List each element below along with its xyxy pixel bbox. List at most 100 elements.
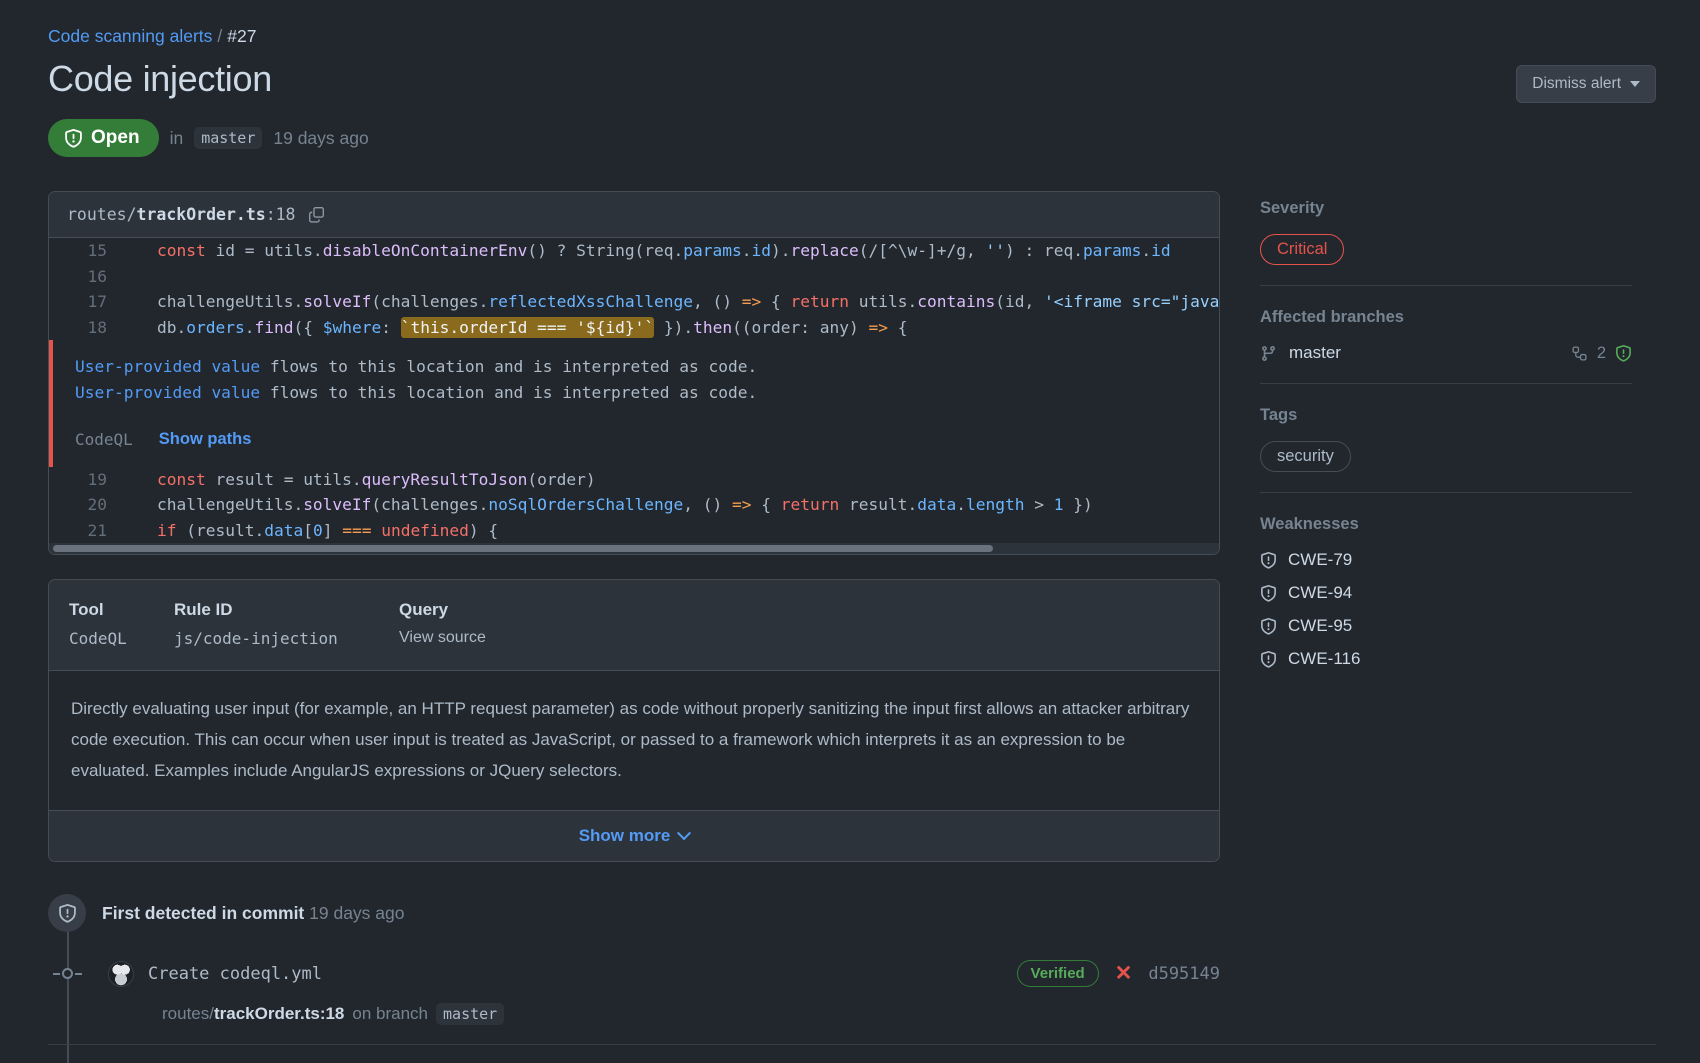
alert-details-header: Tool CodeQL Rule ID js/code-injection Qu… [49, 580, 1219, 671]
weakness-row[interactable]: CWE-94 [1260, 583, 1632, 603]
shield-alert-icon [1615, 345, 1632, 362]
severity-badge: Critical [1260, 234, 1344, 265]
show-more-row: Show more [49, 810, 1219, 861]
alert-message-block: User-provided value flows to this locati… [49, 340, 1219, 467]
tag-badge[interactable]: security [1260, 441, 1351, 472]
state-in-word: in [170, 128, 184, 149]
alert-message-lead: User-provided value [75, 383, 260, 402]
copy-icon[interactable] [308, 206, 325, 223]
timeline-detected-bold: First detected in commit [102, 903, 304, 923]
view-source-link[interactable]: View source [399, 629, 486, 646]
affected-branch-name: master [1289, 343, 1341, 363]
alert-message: User-provided value flows to this locati… [75, 354, 1219, 380]
timeline-shield-badge [48, 894, 86, 932]
timeline-branch-chip[interactable]: master [436, 1003, 504, 1025]
main-column: routes/trackOrder.ts:18 15const id = uti… [48, 191, 1220, 1063]
dismiss-alert-button[interactable]: Dismiss alert [1516, 65, 1656, 103]
code-line-highlighted: 18db.orders.find({ $where: `this.orderId… [49, 315, 1219, 341]
sidebar-section-severity: Severity Critical [1260, 199, 1632, 285]
shield-alert-icon [1260, 552, 1277, 569]
breadcrumb-parent-link[interactable]: Code scanning alerts [48, 26, 212, 46]
detail-query-value[interactable]: View source [399, 629, 486, 647]
detail-rule-id-header: Rule ID [174, 600, 399, 620]
timeline-file-row: routes/trackOrder.ts:18 on branch master [162, 1003, 1220, 1025]
detail-tool-header: Tool [69, 600, 174, 620]
code-line: 15const id = utils.disableOnContainerEnv… [49, 238, 1219, 264]
timeline-detected-text: First detected in commit 19 days ago [102, 903, 405, 924]
breadcrumb: Code scanning alerts/#27 [48, 26, 1656, 47]
detail-tool-value: CodeQL [69, 629, 174, 648]
code-line: 19const result = utils.queryResultToJson… [49, 467, 1219, 493]
code-line: 17challengeUtils.solveIf(challenges.refl… [49, 289, 1219, 315]
alert-details-grid: Tool CodeQL Rule ID js/code-injection Qu… [69, 600, 1199, 648]
timeline-commit-dot [48, 968, 86, 979]
status-badge-verified: Verified [1017, 960, 1099, 987]
commit-message[interactable]: Create codeql.yml [148, 964, 322, 984]
timeline-detected-row: First detected in commit 19 days ago [48, 894, 1220, 932]
avatar[interactable] [108, 961, 134, 987]
alert-description: Directly evaluating user input (for exam… [49, 671, 1219, 810]
affected-branch-row[interactable]: master 2 [1260, 343, 1632, 363]
weakness-row[interactable]: CWE-79 [1260, 550, 1632, 570]
show-more-label: Show more [579, 826, 671, 846]
sidebar-section-tags: Tags security [1260, 383, 1632, 492]
alert-timeline: First detected in commit 19 days ago Cre… [48, 894, 1220, 1063]
code-horizontal-scrollbar[interactable] [49, 543, 1219, 554]
branch-chip[interactable]: master [194, 127, 262, 149]
branch-stats: 2 [1571, 344, 1632, 363]
show-more-link[interactable]: Show more [579, 826, 690, 846]
code-line: 16 [49, 264, 1219, 290]
detail-rule-id: Rule ID js/code-injection [174, 600, 399, 648]
weakness-label: CWE-95 [1288, 616, 1352, 636]
shield-alert-icon [1260, 618, 1277, 635]
timeline-detected-time: 19 days ago [309, 903, 404, 923]
detail-tool: Tool CodeQL [69, 600, 174, 648]
commit-sha[interactable]: d595149 [1148, 964, 1220, 984]
branch-count: 2 [1597, 344, 1606, 363]
code-file-header: routes/trackOrder.ts:18 [49, 192, 1219, 238]
branch-icon [1260, 345, 1277, 362]
detail-query-header: Query [399, 600, 486, 620]
chevron-down-icon [677, 826, 691, 840]
code-line: 20challengeUtils.solveIf(challenges.noSq… [49, 492, 1219, 518]
weakness-label: CWE-79 [1288, 550, 1352, 570]
commit-dot-icon [62, 968, 73, 979]
code-file-path[interactable]: routes/trackOrder.ts:18 [67, 205, 296, 224]
alert-tool-name: CodeQL [75, 427, 133, 453]
code-line: 21if (result.data[0] === undefined) { [49, 518, 1219, 544]
status-badge-label: Open [91, 127, 140, 149]
sidebar-section-weaknesses: Weaknesses CWE-79 CWE-94 CWE-95 CWE-116 [1260, 492, 1632, 702]
related-branches-icon [1571, 345, 1588, 362]
alert-state-row: Open in master 19 days ago [48, 119, 1656, 157]
status-badge: Open [48, 119, 159, 157]
detail-rule-id-value: js/code-injection [174, 629, 399, 648]
timeline-commit-row: Create codeql.yml Verified ✕ d595149 [48, 960, 1220, 987]
code-snippet-card: routes/trackOrder.ts:18 15const id = uti… [48, 191, 1220, 555]
shield-alert-icon [64, 129, 83, 148]
weakness-label: CWE-116 [1288, 649, 1360, 669]
alert-details-card: Tool CodeQL Rule ID js/code-injection Qu… [48, 579, 1220, 862]
timeline-on-branch-label: on branch [352, 1004, 428, 1024]
failed-check-icon[interactable]: ✕ [1115, 963, 1133, 984]
sidebar-severity-header: Severity [1260, 199, 1632, 218]
sidebar-weaknesses-header: Weaknesses [1260, 515, 1632, 534]
alert-message: User-provided value flows to this locati… [75, 380, 1219, 406]
bottom-divider [48, 1044, 1656, 1045]
weakness-row[interactable]: CWE-116 [1260, 649, 1632, 669]
dismiss-alert-label: Dismiss alert [1532, 75, 1621, 93]
sidebar-branches-header: Affected branches [1260, 308, 1632, 327]
weakness-label: CWE-94 [1288, 583, 1352, 603]
alert-message-rest: flows to this location and is interprete… [260, 357, 757, 376]
sidebar-tags-header: Tags [1260, 406, 1632, 425]
shield-alert-icon [1260, 651, 1277, 668]
alert-message-rest: flows to this location and is interprete… [260, 383, 757, 402]
code-lines-after: 19const result = utils.queryResultToJson… [49, 467, 1219, 544]
sidebar-section-branches: Affected branches master 2 [1260, 285, 1632, 383]
shield-alert-icon [58, 904, 77, 923]
breadcrumb-separator: / [217, 26, 222, 46]
scrollbar-thumb[interactable] [53, 545, 993, 552]
show-paths-link[interactable]: Show paths [159, 427, 252, 453]
weakness-row[interactable]: CWE-95 [1260, 616, 1632, 636]
content-columns: routes/trackOrder.ts:18 15const id = uti… [48, 191, 1656, 1063]
page-title: Code injection [48, 57, 272, 100]
